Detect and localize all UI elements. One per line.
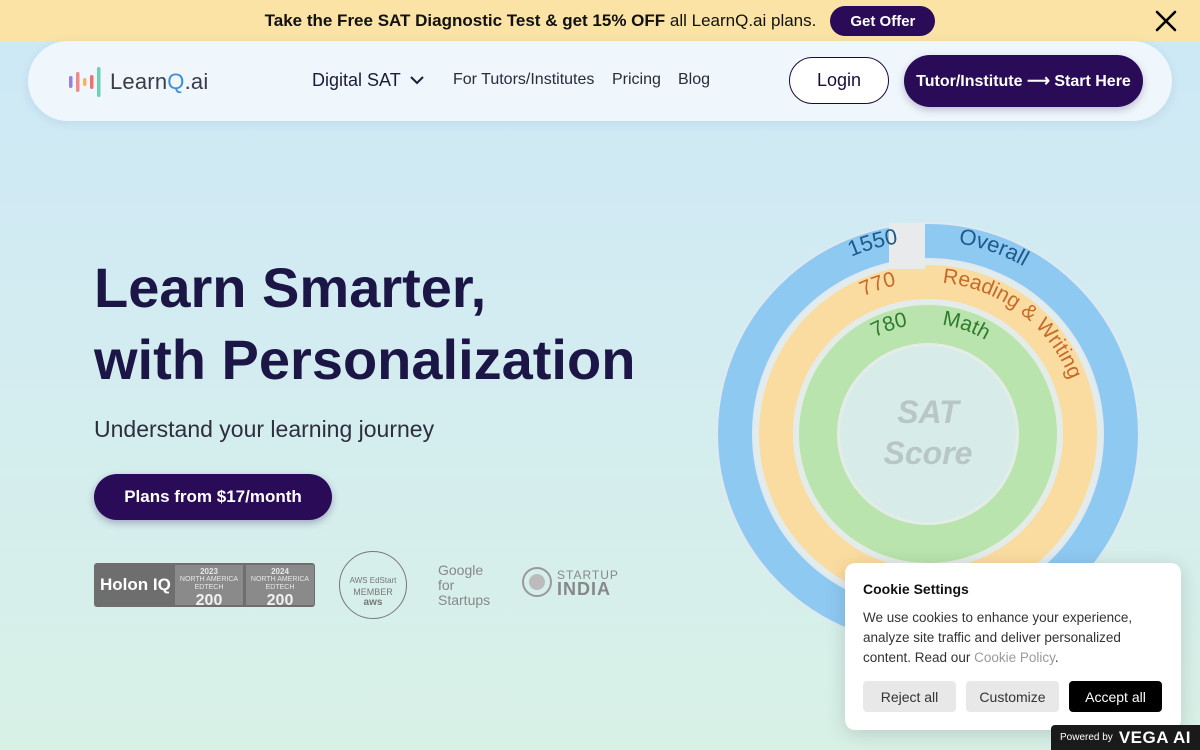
hero-title-line1: Learn Smarter, <box>94 256 487 319</box>
holon-year: 2023 <box>200 567 218 576</box>
promo-bar: Take the Free SAT Diagnostic Test & get … <box>0 0 1200 42</box>
aws-edstart-badge: AWS EdStart MEMBER aws <box>339 551 407 619</box>
hero-subtitle: Understand your learning journey <box>94 416 435 442</box>
chevron-down-icon <box>409 76 424 85</box>
holon-year: 2024 <box>271 567 289 576</box>
nav-pricing[interactable]: Pricing <box>612 71 661 89</box>
get-offer-button[interactable]: Get Offer <box>830 6 936 36</box>
google-line1: Google <box>438 562 484 578</box>
sat-center-line1: SAT <box>897 394 961 430</box>
holon-iq-badge: Holon IQ 2023 NORTH AMERICA EDTECH 200 2… <box>94 563 315 609</box>
startup-india-icon <box>522 567 552 597</box>
google-line3: Startups <box>438 592 491 608</box>
nav-blog[interactable]: Blog <box>678 71 710 89</box>
reject-all-button[interactable]: Reject all <box>863 681 956 712</box>
startup-india-badge: STARTUP INDIA <box>521 566 619 598</box>
startup-line2: INDIA <box>557 579 611 599</box>
hero-title: Learn Smarter, with Personalization <box>94 252 635 396</box>
holon-line2: EDTECH <box>265 584 295 591</box>
cookie-settings-dialog: Cookie Settings We use cookies to enhanc… <box>845 563 1181 730</box>
nav-digital-sat-label: Digital SAT <box>312 70 401 90</box>
logo-bars-icon <box>69 67 101 97</box>
startup-text: STARTUP INDIA <box>557 568 619 599</box>
close-icon[interactable] <box>1154 9 1178 33</box>
cookie-title: Cookie Settings <box>863 581 969 597</box>
tutor-start-button[interactable]: Tutor/Institute ⟶ Start Here <box>904 55 1143 107</box>
powered-brand: VEGA AI <box>1118 727 1191 747</box>
cookie-policy-link[interactable]: Cookie Policy <box>974 650 1055 665</box>
logo[interactable]: LearnQ.ai <box>66 63 208 101</box>
holon-line1: NORTH AMERICA <box>179 576 239 583</box>
holon-num: 200 <box>266 592 294 609</box>
holon-name: Holon IQ <box>100 575 171 594</box>
promo-text: Take the Free SAT Diagnostic Test & get … <box>264 11 817 30</box>
holon-cell-2024: 2024 NORTH AMERICA EDTECH 200 <box>246 565 314 609</box>
navbar: LearnQ.ai Digital SAT For Tutors/Institu… <box>28 41 1172 121</box>
google-line2: for <box>438 577 455 593</box>
holon-line2: EDTECH <box>194 584 224 591</box>
accept-all-button[interactable]: Accept all <box>1069 681 1162 712</box>
aws-bot: aws <box>363 597 383 608</box>
aws-top: AWS EdStart <box>349 576 397 585</box>
powered-label: Powered by <box>1060 732 1113 743</box>
hero-title-line2: with Personalization <box>94 328 636 391</box>
customize-button[interactable]: Customize <box>966 681 1059 712</box>
aws-mid: MEMBER <box>353 587 393 597</box>
holon-cell-2023: 2023 NORTH AMERICA EDTECH 200 <box>175 565 243 609</box>
holon-line1: NORTH AMERICA <box>250 576 310 583</box>
powered-by-badge[interactable]: Powered by VEGA AI <box>1051 725 1200 750</box>
google-startups-badge: Google for Startups <box>438 563 490 608</box>
login-button[interactable]: Login <box>789 57 889 104</box>
sat-center-line2: Score <box>884 435 973 471</box>
cookie-body: We use cookies to enhance your experienc… <box>863 610 1133 665</box>
nav-tutors[interactable]: For Tutors/Institutes <box>453 71 594 89</box>
logo-text: LearnQ.ai <box>110 69 209 94</box>
holon-num: 200 <box>195 592 223 609</box>
plans-button[interactable]: Plans from $17/month <box>94 474 332 520</box>
nav-digital-sat[interactable]: Digital SAT <box>312 70 424 91</box>
gauge-center <box>840 346 1016 522</box>
